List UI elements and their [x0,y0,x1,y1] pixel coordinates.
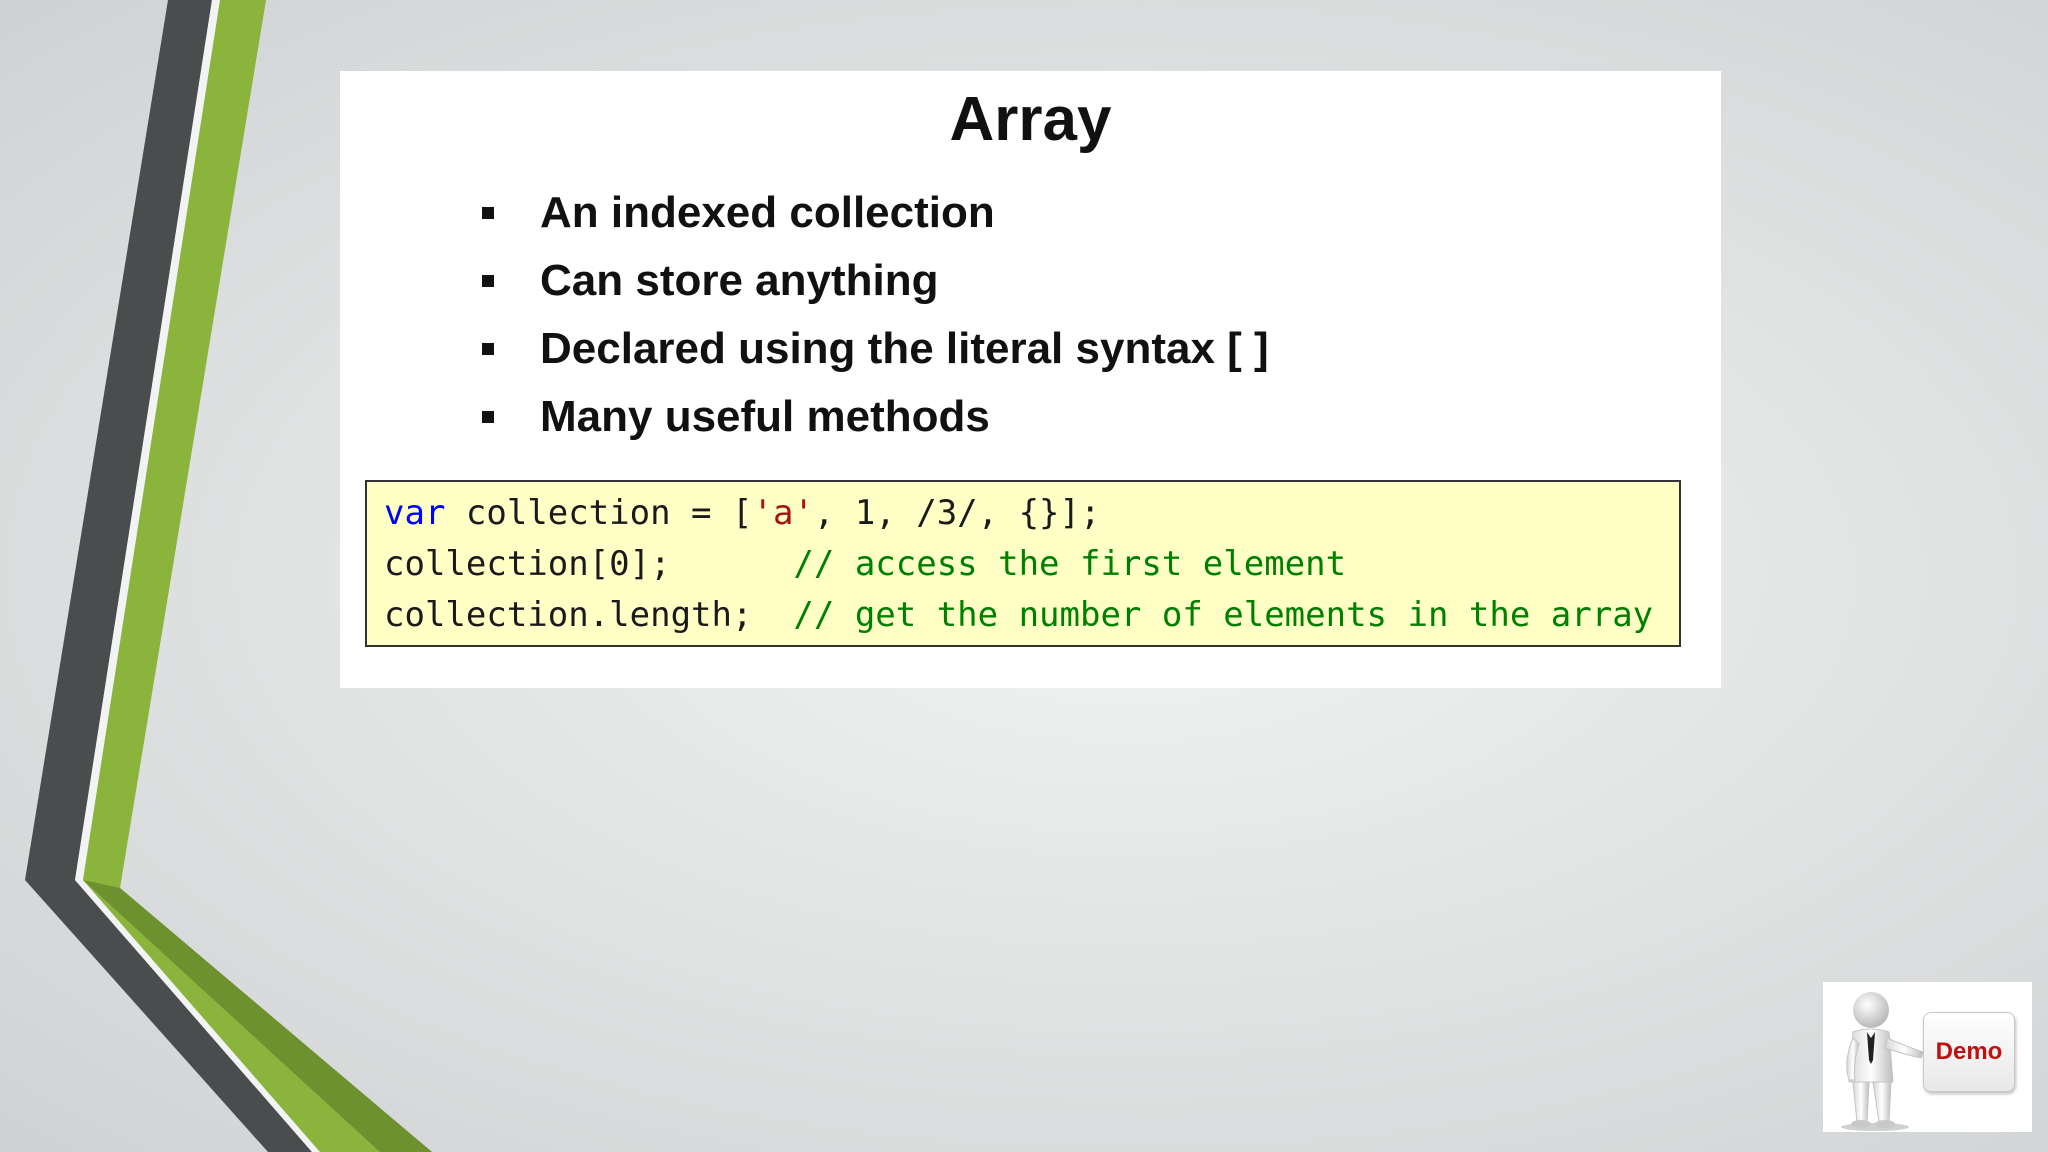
bullet-text: Can store anything [540,256,939,305]
code-string: 'a' [752,493,814,533]
code-text: collection.length; [384,595,794,635]
square-bullet-icon [482,411,494,423]
code-comment: // get the number of elements in the arr… [793,595,1654,635]
bullet-text: Many useful methods [540,392,990,441]
code-line-1: var collection = ['a', 1, /3/, {}]; [384,488,1679,539]
demo-label: Demo [1935,1038,2003,1065]
bullet-item: Declared using the literal syntax [ ] [480,315,1269,383]
code-text: collection = [ [445,493,753,533]
bullet-list: An indexed collection Can store anything… [480,179,1269,451]
code-snippet-box: var collection = ['a', 1, /3/, {}]; coll… [365,480,1681,647]
bullet-item: An indexed collection [480,179,1269,247]
square-bullet-icon [482,207,494,219]
code-text: collection[0]; [384,544,794,584]
demo-board: Demo [1923,1012,2015,1092]
square-bullet-icon [482,275,494,287]
bullet-item: Can store anything [480,247,1269,315]
code-line-3: collection.length; // get the number of … [384,590,1679,641]
square-bullet-icon [482,343,494,355]
slide-content-card: Array An indexed collection Can store an… [340,71,1721,688]
bullet-text: Declared using the literal syntax [ ] [540,324,1269,373]
slide-title: Array [949,85,1112,154]
bullet-item: Many useful methods [480,383,1269,451]
code-text: , 1, /3/, {}]; [813,493,1101,533]
bullet-text: An indexed collection [540,188,995,237]
code-line-2: collection[0]; // access the first eleme… [384,539,1679,590]
code-comment: // access the first element [793,544,1347,584]
code-keyword: var [384,493,446,533]
demo-badge[interactable]: Demo [1823,982,2032,1132]
